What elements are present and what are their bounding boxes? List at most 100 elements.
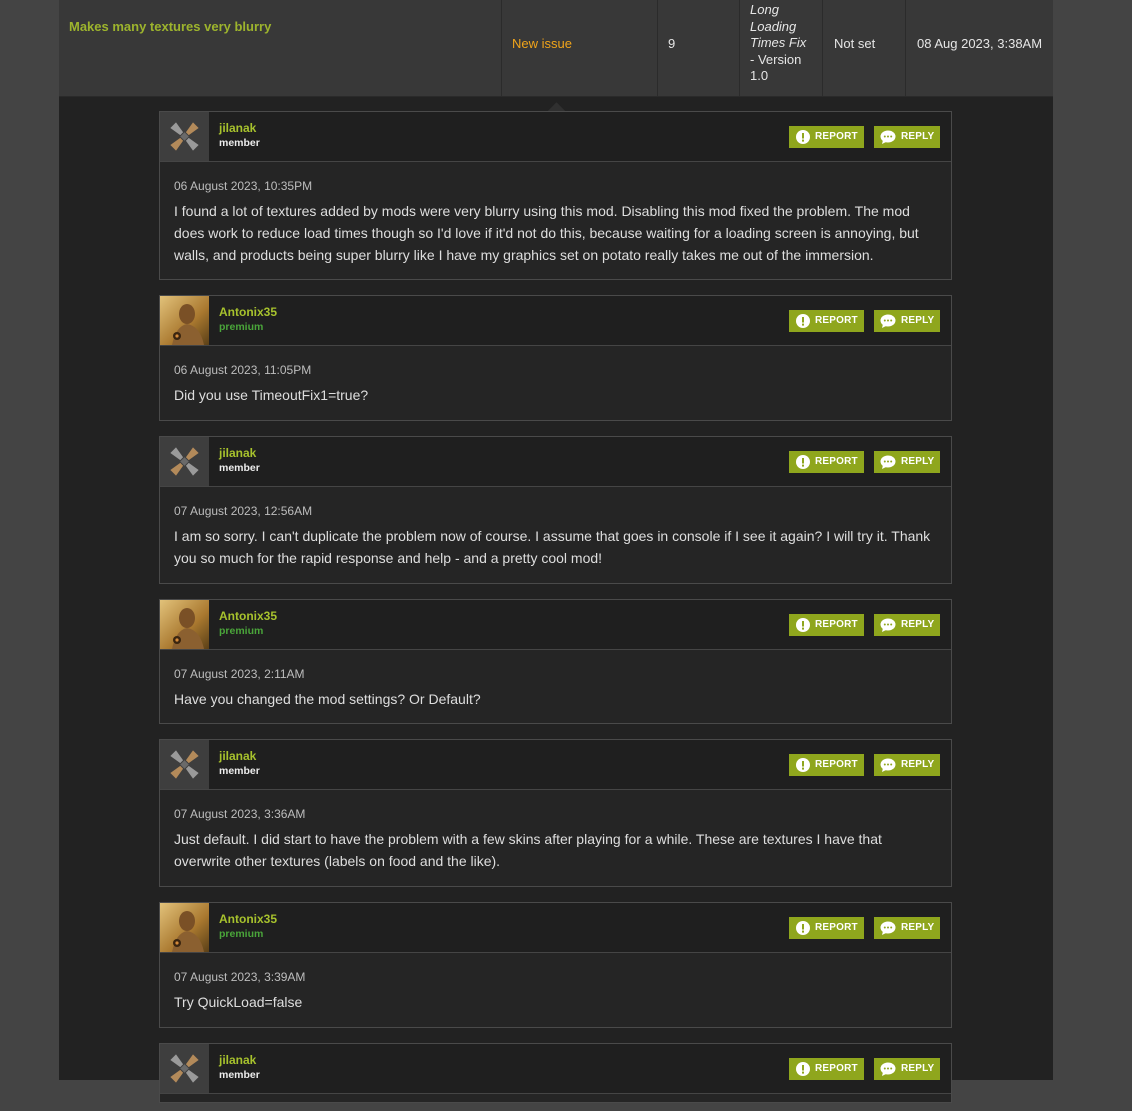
comment-role: premium [219,625,264,637]
comment-header: Antonix35 premium REPORT REPLY [160,296,951,346]
report-icon [796,618,810,632]
comment-date: 07 August 2023, 3:39AM [174,970,306,984]
issue-replies: 9 [668,36,676,51]
comment-text: Have you changed the mod settings? Or De… [174,691,481,707]
comment-text: I found a lot of textures added by mods … [174,203,919,263]
comment-header: Antonix35 premium REPORT REPLY [160,600,951,650]
issue-priority-cell: Not set [822,0,906,96]
avatar[interactable] [160,112,209,161]
comment-role: premium [219,928,264,940]
comment-7: jilanak member REPORT REPLY [159,1043,952,1103]
comment-author[interactable]: jilanak [219,121,256,135]
premium-avatar [160,600,209,649]
premium-avatar [160,296,209,345]
comment-author[interactable]: jilanak [219,446,256,460]
reply-label: REPLY [901,131,935,142]
reply-icon [880,1062,896,1076]
member-avatar-icon [160,740,209,789]
issue-version-cell: Long Loading Times Fix - Version 1.0 [739,0,823,96]
comment-role: premium [219,321,264,333]
reply-button[interactable]: REPLY [874,126,940,148]
report-icon [796,758,810,772]
comments-panel: Makes many textures very blurry New issu… [59,0,1053,1103]
comment-body: 06 August 2023, 11:05PM Did you use Time… [160,346,951,406]
comment-5: jilanak member REPORT REPLY 07 August 20… [159,739,952,887]
issue-status: New issue [512,36,572,51]
reply-label: REPLY [901,619,935,630]
issue-row[interactable]: Makes many textures very blurry New issu… [59,0,1053,97]
report-label: REPORT [815,922,858,933]
comment-2: Antonix35 premium REPORT REPLY 06 August… [159,295,952,421]
issue-replies-cell: 9 [657,0,740,96]
comment-date: 07 August 2023, 3:36AM [174,807,306,821]
reply-button[interactable]: REPLY [874,451,940,473]
report-label: REPORT [815,315,858,326]
member-avatar-icon [160,437,209,486]
issue-last-post: 08 Aug 2023, 3:38AM [917,36,1043,51]
comment-author[interactable]: Antonix35 [219,912,277,926]
reply-icon [880,130,896,144]
comment-date: 06 August 2023, 10:35PM [174,179,313,193]
reply-button[interactable]: REPLY [874,917,940,939]
avatar[interactable] [160,903,209,952]
comment-1: jilanak member REPORT REPLY 06 August 20… [159,111,952,280]
comment-role: member [219,462,260,474]
comment-text: Just default. I did start to have the pr… [174,831,882,869]
comment-4: Antonix35 premium REPORT REPLY 07 August… [159,599,952,724]
report-icon [796,130,810,144]
reply-label: REPLY [901,456,935,467]
comment-role: member [219,1069,260,1081]
report-button[interactable]: REPORT [789,451,864,473]
report-button[interactable]: REPORT [789,310,864,332]
issue-title[interactable]: Makes many textures very blurry [69,19,271,34]
comment-role: member [219,765,260,777]
report-button[interactable]: REPORT [789,754,864,776]
comment-text: Try QuickLoad=false [174,994,303,1010]
comment-author[interactable]: Antonix35 [219,609,277,623]
report-icon [796,1062,810,1076]
issue-last-post-cell: 08 Aug 2023, 3:38AM [905,0,1054,96]
report-button[interactable]: REPORT [789,917,864,939]
comment-body: 07 August 2023, 2:11AM Have you changed … [160,650,951,710]
report-button[interactable]: REPORT [789,126,864,148]
reply-button[interactable]: REPLY [874,310,940,332]
comment-header: jilanak member REPORT REPLY [160,112,951,162]
reply-icon [880,921,896,935]
avatar[interactable] [160,600,209,649]
comment-header: jilanak member REPORT REPLY [160,437,951,487]
comment-date: 06 August 2023, 11:05PM [174,363,312,377]
report-button[interactable]: REPORT [789,1058,864,1080]
reply-button[interactable]: REPLY [874,614,940,636]
report-icon [796,921,810,935]
avatar[interactable] [160,740,209,789]
comment-role: member [219,137,260,149]
reply-label: REPLY [901,315,935,326]
reply-label: REPLY [901,759,935,770]
reply-icon [880,618,896,632]
report-label: REPORT [815,759,858,770]
reply-label: REPLY [901,1063,935,1074]
member-avatar-icon [160,112,209,161]
comment-author[interactable]: Antonix35 [219,305,277,319]
reply-icon [880,758,896,772]
comment-body [160,1094,951,1111]
report-label: REPORT [815,131,858,142]
issue-title-cell[interactable]: Makes many textures very blurry [59,0,501,96]
comment-header: jilanak member REPORT REPLY [160,740,951,790]
report-icon [796,455,810,469]
avatar[interactable] [160,1044,209,1093]
reply-button[interactable]: REPLY [874,1058,940,1080]
reply-icon [880,455,896,469]
avatar[interactable] [160,296,209,345]
reply-button[interactable]: REPLY [874,754,940,776]
comment-author[interactable]: jilanak [219,749,256,763]
member-avatar-icon [160,1044,209,1093]
issue-version: Long Loading Times Fix - Version 1.0 [750,2,807,83]
comment-body: 06 August 2023, 10:35PM I found a lot of… [160,162,951,266]
avatar[interactable] [160,437,209,486]
report-button[interactable]: REPORT [789,614,864,636]
comment-body: 07 August 2023, 12:56AM I am so sorry. I… [160,487,951,569]
comment-author[interactable]: jilanak [219,1053,256,1067]
comment-3: jilanak member REPORT REPLY 07 August 20… [159,436,952,584]
reply-label: REPLY [901,922,935,933]
